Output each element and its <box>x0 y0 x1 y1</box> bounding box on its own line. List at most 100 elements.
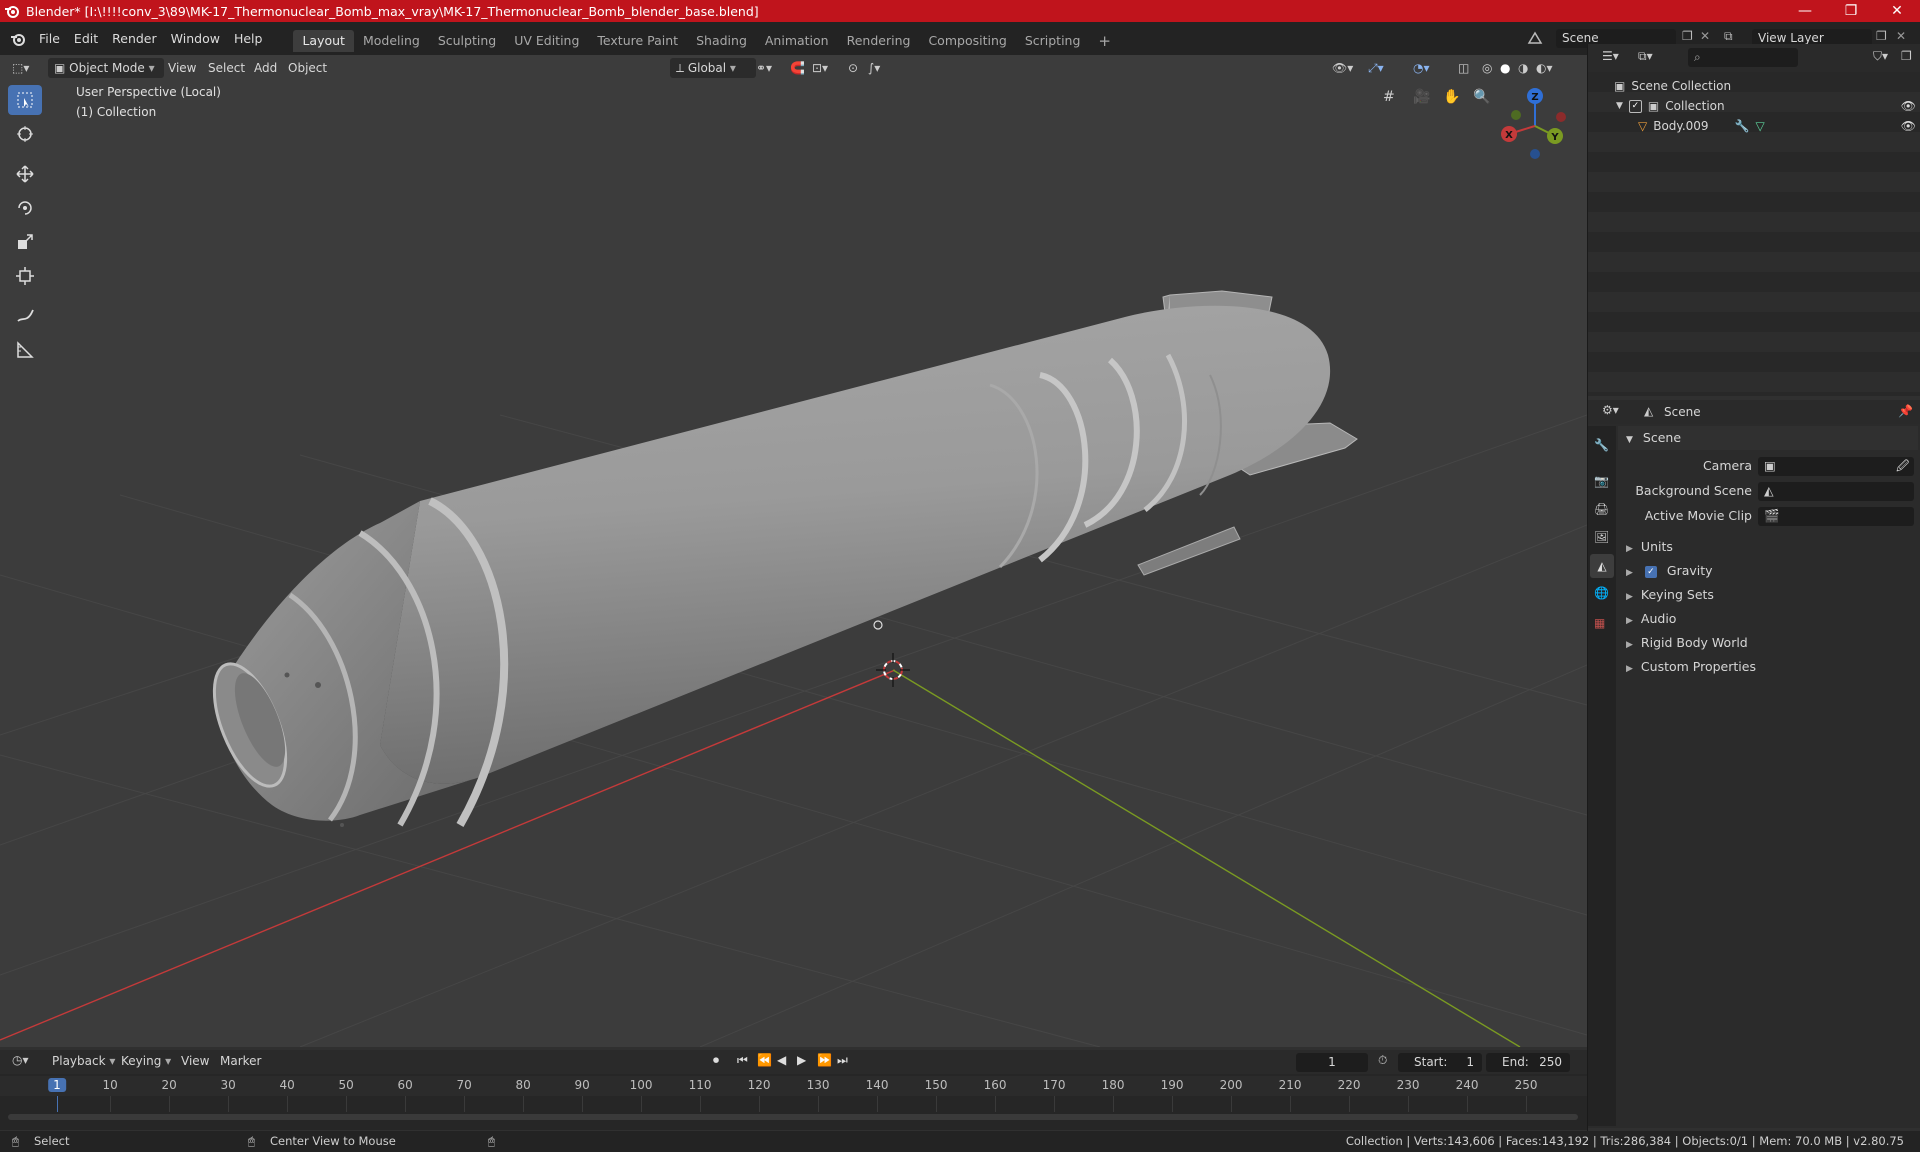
view-layer-tab-icon[interactable]: 🖼 <box>1594 530 1609 544</box>
jump-end-icon[interactable]: ⏭ <box>837 1053 848 1068</box>
rotate-tool[interactable] <box>8 193 42 223</box>
playback-menu[interactable]: Playback ▾ <box>52 1054 115 1068</box>
scene-type-icon[interactable] <box>1526 29 1544 47</box>
pivot-point-icon[interactable]: ⚭▾ <box>756 58 772 78</box>
mesh-data-icon[interactable]: ▽ <box>1756 119 1765 133</box>
modifier-icon[interactable]: 🔧 <box>1735 119 1750 133</box>
gizmo-toggle-icon[interactable]: ⤢▾ <box>1368 58 1384 78</box>
menu-object[interactable]: Object <box>288 58 327 78</box>
close-button[interactable]: ✕ <box>1874 0 1920 22</box>
timeline-editor-type-icon[interactable]: ◷▾ <box>12 1053 29 1067</box>
tool-tab-icon[interactable]: 🔧 <box>1594 438 1609 452</box>
toggle-grid-icon[interactable]: # <box>1383 89 1403 109</box>
zoom-view-icon[interactable]: 🔍 <box>1473 89 1493 109</box>
start-frame-field[interactable]: Start: 1 <box>1398 1053 1482 1072</box>
tab-sculpting[interactable]: Sculpting <box>429 30 505 52</box>
menu-view[interactable]: View <box>168 58 196 78</box>
gravity-subpanel[interactable]: ▶ ✓ Gravity <box>1618 559 1918 583</box>
3d-viewport[interactable]: Z X Y User Perspective (Local) (1) Colle… <box>0 55 1587 1047</box>
snap-icon[interactable]: 🧲 <box>790 58 805 78</box>
tab-rendering[interactable]: Rendering <box>838 30 920 52</box>
texture-tab-icon[interactable]: ▦ <box>1594 616 1605 630</box>
custom-properties-subpanel[interactable]: ▶ Custom Properties <box>1618 655 1918 679</box>
wireframe-shading-icon[interactable]: ◎ <box>1482 58 1492 78</box>
tab-shading[interactable]: Shading <box>687 30 756 52</box>
annotate-tool[interactable] <box>8 301 42 331</box>
play-reverse-icon[interactable]: ◀ <box>777 1053 786 1067</box>
pan-view-icon[interactable]: ✋ <box>1443 89 1463 109</box>
audio-subpanel[interactable]: ▶ Audio <box>1618 607 1918 631</box>
solid-shading-icon[interactable]: ● <box>1500 58 1510 78</box>
maximize-button[interactable]: ❐ <box>1828 0 1874 22</box>
editor-type-icon[interactable]: ⬚▾ <box>12 58 38 78</box>
properties-editor-type-icon[interactable]: ⚙▾ <box>1602 403 1619 417</box>
gravity-checkbox[interactable]: ✓ <box>1644 565 1657 578</box>
units-subpanel[interactable]: ▶ Units <box>1618 535 1918 559</box>
current-frame-field[interactable]: 1 <box>1296 1053 1368 1072</box>
overlays-toggle-icon[interactable]: ◔▾ <box>1413 58 1430 78</box>
render-tab-icon[interactable]: 📷 <box>1594 474 1609 488</box>
scene-tab-icon[interactable]: ◭ <box>1590 554 1614 578</box>
menu-add[interactable]: Add <box>254 58 277 78</box>
outliner-search-input[interactable]: ⌕ <box>1688 48 1798 67</box>
camera-view-icon[interactable]: 🎥 <box>1413 89 1433 109</box>
tab-layout[interactable]: Layout <box>293 29 354 52</box>
collection-checkbox[interactable]: ✓ <box>1628 99 1642 113</box>
menu-edit[interactable]: Edit <box>67 22 105 55</box>
keying-menu[interactable]: Keying ▾ <box>121 1054 171 1068</box>
menu-help[interactable]: Help <box>227 22 270 55</box>
tab-compositing[interactable]: Compositing <box>919 30 1015 52</box>
material-shading-icon[interactable]: ◑ <box>1518 58 1528 78</box>
timeline-view-menu[interactable]: View <box>181 1054 209 1068</box>
display-mode-icon[interactable]: ⧉▾ <box>1638 49 1653 64</box>
blender-menu-icon[interactable] <box>10 31 26 47</box>
next-keyframe-icon[interactable]: ⏩ <box>817 1053 832 1067</box>
tab-animation[interactable]: Animation <box>756 30 838 52</box>
outliner-editor-type-icon[interactable]: ☰▾ <box>1602 49 1619 63</box>
pin-icon[interactable]: 📌 <box>1898 404 1913 418</box>
menu-render[interactable]: Render <box>105 22 164 55</box>
xray-toggle-icon[interactable]: ◫ <box>1458 58 1469 78</box>
minimize-button[interactable]: — <box>1782 0 1828 22</box>
filter-icon[interactable]: ⛉▾ <box>1873 49 1888 64</box>
object-visibility-icon[interactable]: 👁 <box>1901 119 1916 133</box>
jump-start-icon[interactable]: ⏮ <box>737 1053 748 1068</box>
scene-panel-header[interactable]: ▼ Scene <box>1618 426 1918 450</box>
new-collection-icon[interactable]: ❐ <box>1901 49 1912 63</box>
end-frame-field[interactable]: End: 250 <box>1486 1053 1570 1072</box>
mode-selector[interactable]: ▣ Object Mode ▾ <box>48 58 164 78</box>
collection-visibility-icon[interactable]: 👁 <box>1901 99 1916 113</box>
active-movie-clip-field[interactable] <box>1758 507 1914 526</box>
scale-tool[interactable] <box>8 227 42 257</box>
preview-range-icon[interactable]: ⏱ <box>1378 1053 1387 1068</box>
falloff-icon[interactable]: ∫▾ <box>868 58 880 78</box>
eyedropper-icon[interactable]: 🖉 <box>1896 454 1909 478</box>
rigid-body-world-subpanel[interactable]: ▶ Rigid Body World <box>1618 631 1918 655</box>
world-tab-icon[interactable]: 🌐 <box>1594 586 1609 600</box>
tab-modeling[interactable]: Modeling <box>354 30 429 52</box>
prev-keyframe-icon[interactable]: ⏪ <box>757 1053 772 1067</box>
tab-uv-editing[interactable]: UV Editing <box>505 30 588 52</box>
rendered-shading-icon[interactable]: ◐▾ <box>1536 58 1553 78</box>
object-visibility-icon[interactable]: 👁▾ <box>1332 58 1353 78</box>
cursor-tool[interactable] <box>8 119 42 149</box>
timeline-ruler[interactable]: 1 10 20 30 40 50 60 70 80 90 100 110 120 130 140 150 160… <box>0 1074 1587 1130</box>
outliner-collection-row[interactable]: ▼ ✓ ▣ Collection 👁 <box>1616 99 1920 113</box>
tab-scripting[interactable]: Scripting <box>1016 30 1090 52</box>
proportional-edit-icon[interactable]: ⊙ <box>848 58 858 78</box>
record-icon[interactable]: ⏺ <box>713 1053 719 1068</box>
select-box-tool[interactable] <box>8 85 42 115</box>
outliner-object-row[interactable]: ▽ Body.009 🔧 ▽ 👁 <box>1638 119 1920 133</box>
outliner-scene-collection[interactable]: ▣ Scene Collection <box>1614 79 1731 93</box>
expand-arrow-icon[interactable]: ▼ <box>1616 101 1623 111</box>
snap-target-icon[interactable]: ⊡▾ <box>812 58 828 78</box>
menu-window[interactable]: Window <box>164 22 227 55</box>
navigation-gizmo[interactable] <box>1501 88 1566 159</box>
move-tool[interactable] <box>8 159 42 189</box>
camera-field[interactable] <box>1758 457 1914 476</box>
output-tab-icon[interactable]: 🖨 <box>1594 502 1609 516</box>
measure-tool[interactable] <box>8 335 42 365</box>
keying-sets-subpanel[interactable]: ▶ Keying Sets <box>1618 583 1918 607</box>
background-scene-field[interactable] <box>1758 482 1914 501</box>
add-workspace-button[interactable]: + <box>1089 30 1120 52</box>
